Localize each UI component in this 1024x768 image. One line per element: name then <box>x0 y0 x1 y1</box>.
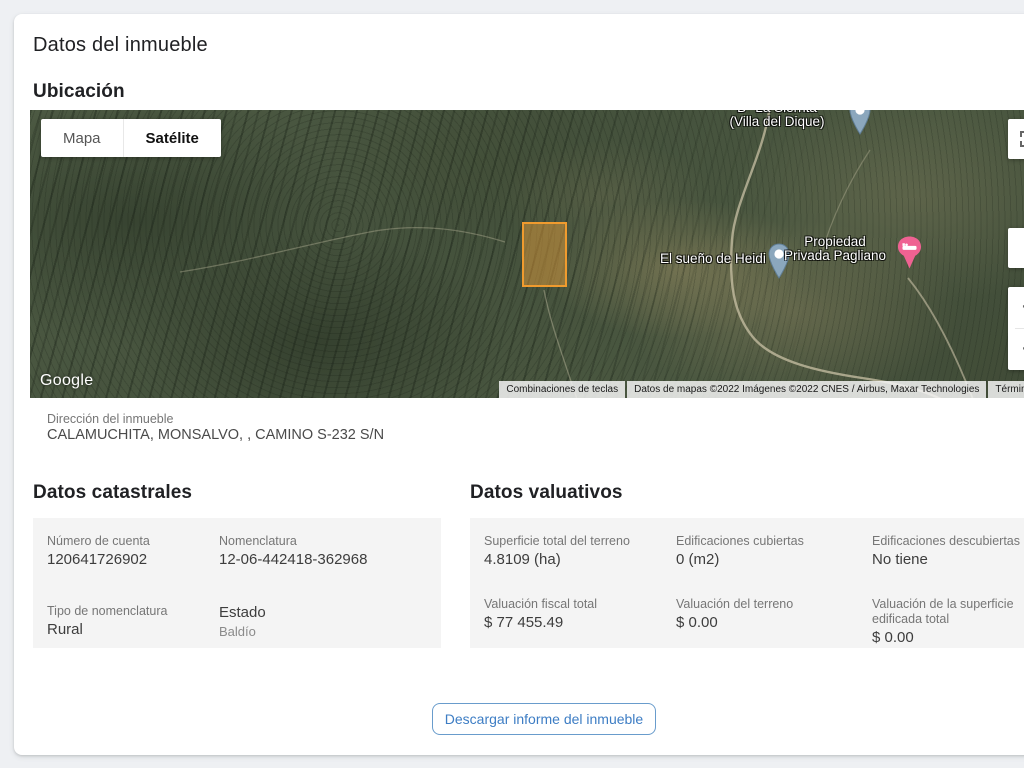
map-attribution: Combinaciones de teclas Datos de mapas ©… <box>499 381 1024 398</box>
map-label-propiedad-pagliano: Propiedad Privada Pagliano <box>770 235 900 263</box>
cadastral-box: Número de cuenta 120641726902 Nomenclatu… <box>33 518 441 648</box>
map-label-la-sierrita: B° La Sierrita (Villa del Dique) <box>702 110 852 129</box>
page-title: Datos del inmueble <box>33 34 208 57</box>
keyboard-shortcuts-button[interactable]: Combinaciones de teclas <box>499 381 625 398</box>
field-numero-de-cuenta: Número de cuenta 120641726902 <box>47 534 219 577</box>
lodging-pin-icon[interactable] <box>896 236 923 269</box>
field-valuacion-del-terreno: Valuación del terreno $ 0.00 <box>676 597 872 648</box>
field-edificaciones-descubiertas: Edificaciones descubiertas No tiene <box>872 534 1024 570</box>
cadastral-heading: Datos catastrales <box>33 482 192 504</box>
address-label: Dirección del inmueble <box>47 412 173 426</box>
google-logo[interactable]: Google <box>40 372 93 390</box>
map-data-attribution: Datos de mapas ©2022 Imágenes ©2022 CNES… <box>627 381 986 398</box>
zoom-out-button[interactable]: − <box>1008 329 1024 370</box>
parcel-polygon[interactable] <box>522 222 567 287</box>
download-report-button[interactable]: Descargar informe del inmueble <box>432 703 656 735</box>
address-value: CALAMUCHITA, MONSALVO, , CAMINO S-232 S/… <box>47 427 384 443</box>
fullscreen-icon <box>1019 130 1024 148</box>
field-valuacion-superficie-edificada: Valuación de la superficie edificada tot… <box>872 597 1024 648</box>
field-estado: Estado Baldío <box>219 604 441 649</box>
field-tipo-de-nomenclatura: Tipo de nomenclatura Rural <box>47 604 219 649</box>
location-heading: Ubicación <box>33 81 125 103</box>
map-label-el-sueno-de-heidi: El sueño de Heidi <box>660 252 766 266</box>
property-card: Datos del inmueble Ubicación Mapa Satéli… <box>14 14 1024 755</box>
valuation-box: Superficie total del terreno 4.8109 (ha)… <box>470 518 1024 648</box>
street-view-pegman-button[interactable] <box>1008 228 1024 268</box>
place-pin-icon[interactable] <box>848 110 872 135</box>
map-tab-mapa[interactable]: Mapa <box>41 119 123 157</box>
field-nomenclatura: Nomenclatura 12-06-442418-362968 <box>219 534 441 577</box>
field-superficie-total: Superficie total del terreno 4.8109 (ha) <box>484 534 676 570</box>
zoom-in-button[interactable]: + <box>1008 287 1024 328</box>
pegman-icon <box>1020 233 1024 263</box>
fullscreen-button[interactable] <box>1008 119 1024 159</box>
field-valuacion-fiscal-total: Valuación fiscal total $ 77 455.49 <box>484 597 676 648</box>
valuation-heading: Datos valuativos <box>470 482 623 504</box>
map-tab-satelite[interactable]: Satélite <box>123 119 221 157</box>
map-type-control: Mapa Satélite <box>41 119 221 157</box>
field-edificaciones-cubiertas: Edificaciones cubiertas 0 (m2) <box>676 534 872 570</box>
terms-link[interactable]: Términos de <box>988 381 1024 398</box>
zoom-control: + − <box>1008 287 1024 370</box>
map[interactable]: Mapa Satélite B° La Sierrita (Villa del … <box>30 110 1024 398</box>
